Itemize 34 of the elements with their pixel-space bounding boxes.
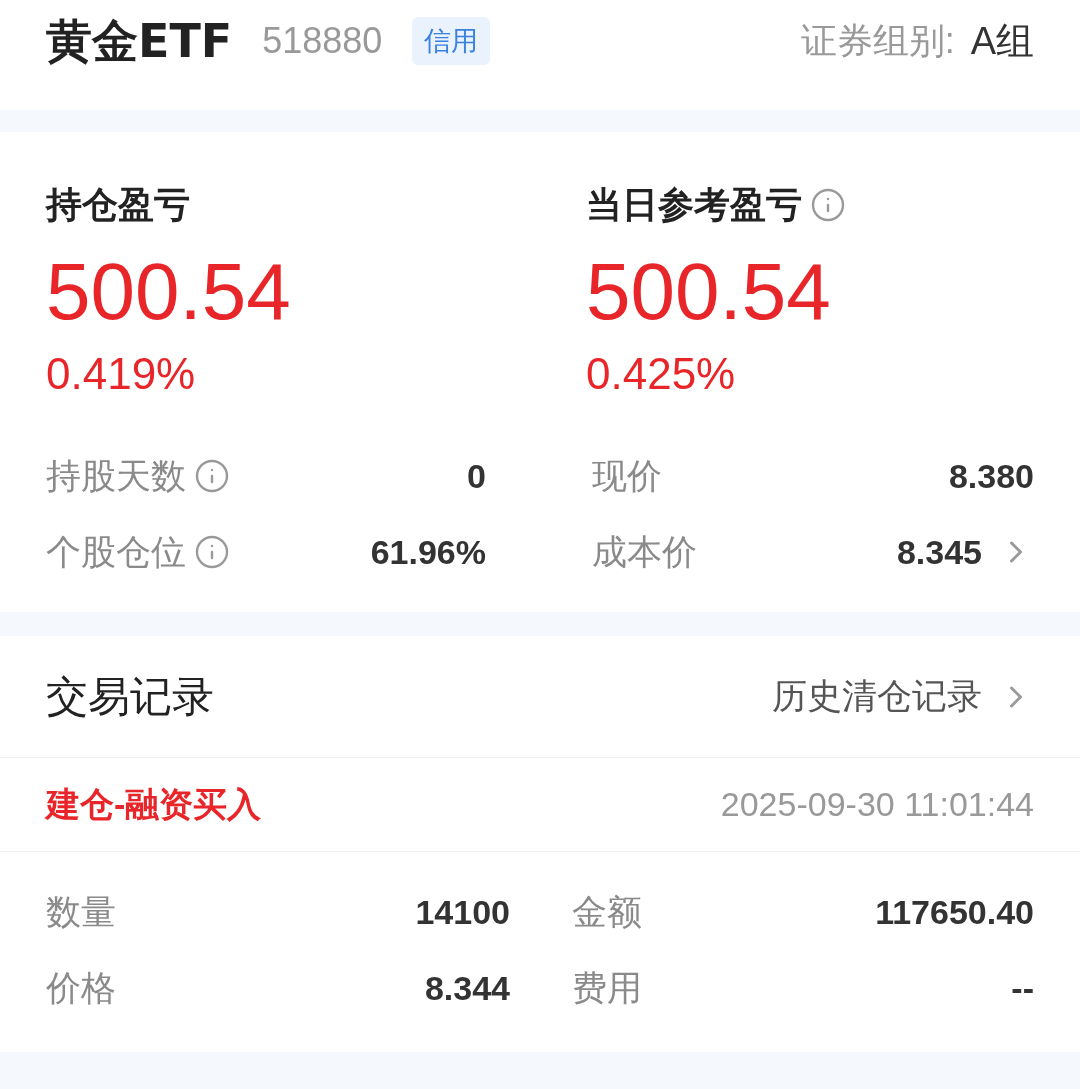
profit-value: 500.54 (586, 252, 832, 332)
stat-label: 成本价 (592, 530, 697, 573)
field-value: 117650.40 (875, 891, 1034, 933)
stat-value: 0 (467, 455, 486, 497)
stat-label: 持股天数 (46, 454, 186, 497)
profit-percent: 0.425% (586, 352, 737, 396)
stock-name: 黄金ETF (46, 12, 233, 70)
profit-label: 当日参考盈亏 (586, 183, 802, 227)
history-link[interactable]: 历史清仓记录 (772, 670, 982, 723)
group-label: 证券组别: (800, 19, 955, 63)
field-label: 费用 (572, 966, 642, 1009)
field-value: 8.344 (424, 967, 510, 1009)
trade-time: 2025-09-30 11:01:44 (720, 784, 1034, 825)
info-icon[interactable] (194, 534, 230, 570)
stat-label: 个股仓位 (46, 530, 186, 573)
profit-label: 持仓盈亏 (46, 183, 190, 227)
info-icon[interactable] (810, 187, 846, 223)
stat-value: 61.96% (370, 531, 486, 573)
profit-percent: 0.419% (46, 352, 197, 396)
info-icon[interactable] (194, 458, 230, 494)
stat-label: 现价 (592, 454, 662, 497)
field-value: -- (1011, 967, 1034, 1009)
field-value: 14100 (415, 891, 510, 933)
group-value: A组 (970, 18, 1034, 64)
stat-value: 8.345 (896, 531, 982, 573)
stat-value: 8.380 (948, 455, 1034, 497)
profit-value: 500.54 (46, 252, 292, 332)
field-label: 价格 (46, 966, 116, 1009)
field-label: 金额 (572, 890, 642, 933)
section-title: 交易记录 (46, 672, 214, 722)
credit-badge: 信用 (412, 16, 491, 66)
field-label: 数量 (46, 890, 116, 933)
stock-code: 518880 (262, 19, 383, 63)
trade-type: 建仓-融资买入 (46, 784, 262, 825)
